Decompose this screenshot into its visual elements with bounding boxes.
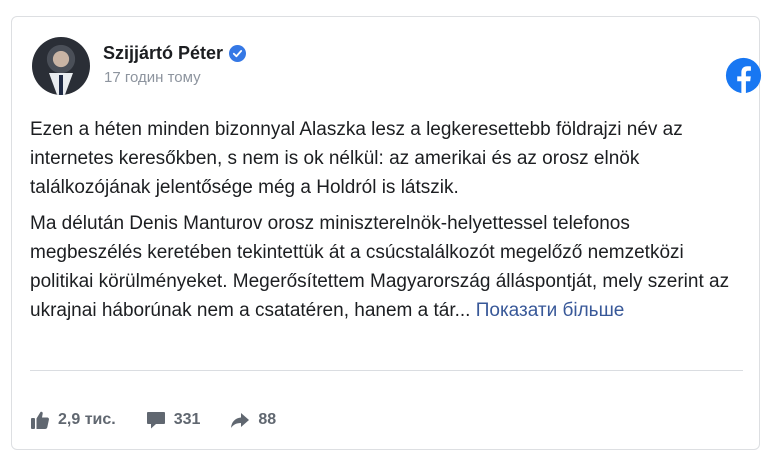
post-paragraph-1: Ezen a héten minden bizonnyal Alaszka le… [30, 119, 683, 198]
avatar[interactable] [32, 37, 90, 95]
post-body: Ezen a héten minden bizonnyal Alaszka le… [30, 115, 745, 332]
thumbs-up-icon [31, 411, 49, 429]
verified-badge-icon [229, 45, 247, 62]
author-row: Szijjártó Péter [103, 43, 247, 64]
author-name[interactable]: Szijjártó Péter [103, 43, 223, 64]
post-paragraph-2: Ma délután Denis Manturov orosz miniszte… [30, 209, 745, 325]
shares-stat[interactable]: 88 [230, 410, 276, 430]
engagement-bar: 2,9 тис. 331 88 [30, 407, 306, 433]
comments-stat[interactable]: 331 [146, 410, 201, 430]
divider [30, 370, 743, 371]
likes-stat[interactable]: 2,9 тис. [30, 410, 116, 430]
comments-count: 331 [173, 411, 201, 428]
post-timestamp[interactable]: 17 годин тому [104, 69, 201, 86]
comment-icon [146, 412, 165, 429]
see-more-link[interactable]: Показати більше [476, 300, 625, 321]
share-arrow-icon [231, 413, 250, 428]
shares-count: 88 [258, 411, 277, 428]
post-card: Szijjártó Péter 17 годин тому Ezen a hét… [11, 16, 762, 450]
likes-count: 2,9 тис. [58, 411, 116, 428]
post-header: Szijjártó Péter 17 годин тому [32, 37, 762, 97]
facebook-logo-icon[interactable] [725, 57, 762, 94]
avatar-tie [59, 75, 63, 95]
